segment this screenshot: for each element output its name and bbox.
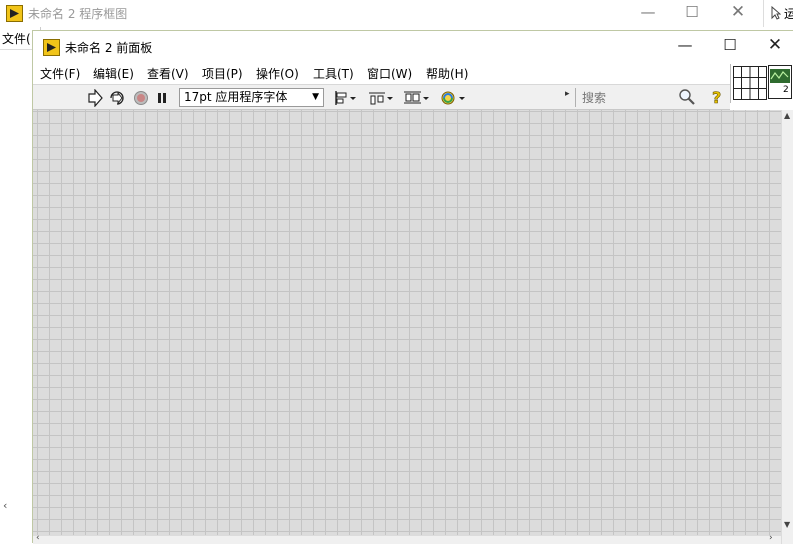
run-arrow-icon[interactable] [87,89,103,107]
distribute-objects-icon[interactable] [368,89,396,107]
font-select[interactable]: 17pt 应用程序字体 ▼ [179,88,324,107]
vi-icon-number: 2 [783,85,789,95]
front-maximize-button[interactable]: ☐ [708,33,752,60]
front-window-title: 未命名 2 前面板 [65,41,153,55]
back-close-button[interactable]: ✕ [716,0,760,27]
menu-window[interactable]: 窗口(W) [367,65,412,82]
maximize-icon: ☐ [685,3,699,21]
menu-tools[interactable]: 工具(T) [313,65,354,82]
close-icon: ✕ [767,35,783,55]
search-icon[interactable] [678,88,696,106]
search-expand-icon[interactable]: ▸ [565,89,570,99]
menu-operate[interactable]: 操作(O) [256,65,299,82]
labview-icon [43,39,60,56]
front-window-titlebar[interactable]: 未命名 2 前面板 — ☐ ✕ [33,31,793,62]
scroll-up-icon[interactable]: ▲ [784,111,790,120]
background-app-text: 运 [784,7,793,21]
context-help-icon[interactable]: ? [709,88,725,106]
menu-view[interactable]: 查看(V) [147,65,189,82]
back-window-titlebar[interactable]: 未命名 2 程序框图 — ☐ ✕ 运 [0,0,793,27]
back-scroll-left-icon[interactable]: ‹ [3,499,7,512]
align-objects-icon[interactable] [333,89,359,107]
minimize-icon: — [640,3,656,21]
back-window-title: 未命名 2 程序框图 [28,7,128,21]
front-panel-canvas[interactable] [33,110,781,535]
scroll-left-icon[interactable]: ‹ [36,533,40,543]
connector-pane-grid-icon [733,66,767,100]
reorder-icon[interactable] [439,89,467,107]
font-select-value: 17pt 应用程序字体 [184,90,288,104]
front-close-button[interactable]: ✕ [753,33,793,60]
back-maximize-button[interactable]: ☐ [670,0,714,27]
maximize-icon: ☐ [723,36,737,54]
menu-help[interactable]: 帮助(H) [426,65,468,82]
menu-file[interactable]: 文件(F) [40,65,80,82]
pause-icon[interactable] [155,89,169,107]
front-panel-window: 未命名 2 前面板 — ☐ ✕ 文件(F) 编辑(E) 查看(V) 项目(P) … [32,30,793,544]
background-app-edge: 运 [763,0,793,27]
vertical-scrollbar[interactable]: ▲ ▼ [781,110,793,544]
svg-text:?: ? [712,88,721,106]
minimize-icon: — [677,36,693,54]
vi-icon: 2 [768,65,792,99]
menu-edit[interactable]: 编辑(E) [93,65,134,82]
front-panel-toolbar: 17pt 应用程序字体 ▼ ▸ 搜索 ? [33,84,730,110]
abort-icon[interactable] [133,89,149,107]
waveform-icon [770,69,790,83]
back-window-diagram-area[interactable]: ‹ [0,49,33,544]
resize-objects-icon[interactable] [403,89,431,107]
run-continuously-icon[interactable] [108,89,126,107]
menu-project[interactable]: 项目(P) [202,65,243,82]
scroll-down-icon[interactable]: ▼ [784,520,790,529]
close-icon: ✕ [730,2,746,22]
cursor-arrow-icon [771,6,781,20]
back-minimize-button[interactable]: — [626,0,670,27]
connector-pane[interactable]: 2 [730,64,793,103]
back-menu-file[interactable]: 文件( [2,30,31,47]
scroll-right-icon[interactable]: › [769,533,773,543]
front-minimize-button[interactable]: — [663,33,707,60]
labview-icon [6,5,23,22]
front-window-menubar: 文件(F) 编辑(E) 查看(V) 项目(P) 操作(O) 工具(T) 窗口(W… [33,62,730,84]
chevron-down-icon: ▼ [312,92,319,102]
